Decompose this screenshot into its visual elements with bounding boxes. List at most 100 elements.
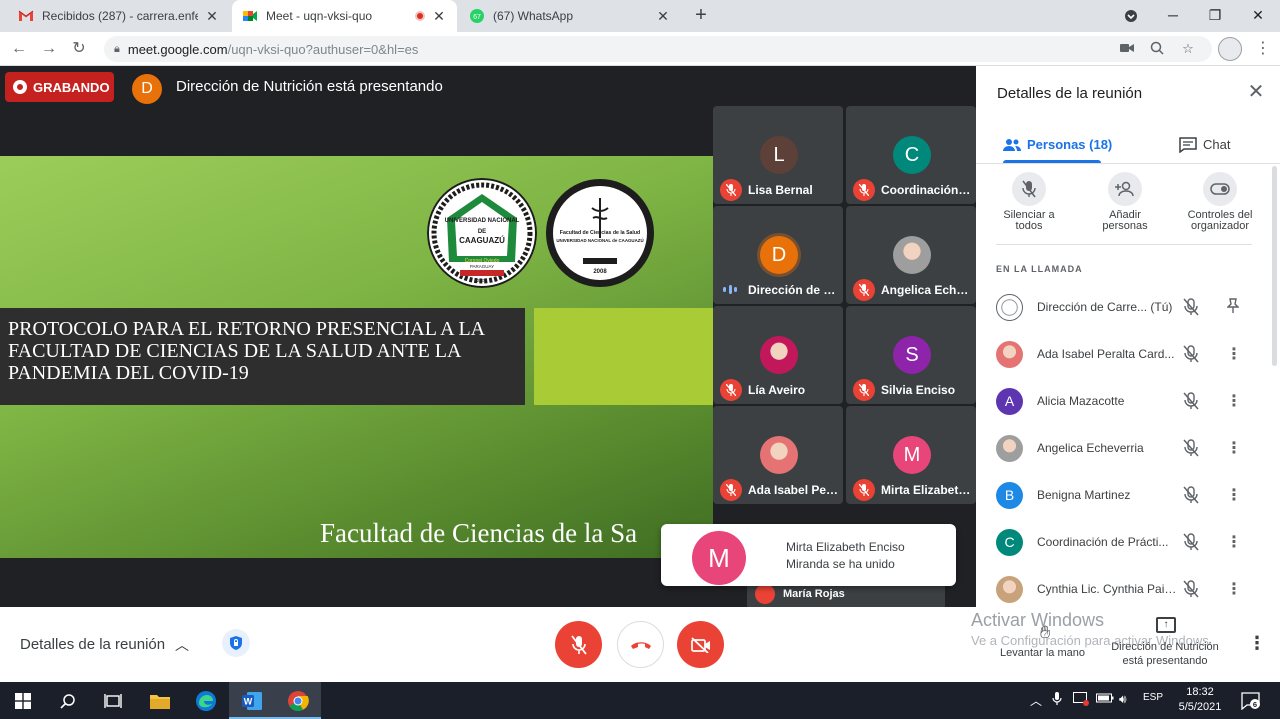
close-window-button[interactable]: ✕ xyxy=(1238,0,1278,32)
more-options-icon[interactable]: ⋮ xyxy=(1226,439,1242,459)
forward-button[interactable]: → xyxy=(38,38,60,60)
svg-text:W: W xyxy=(244,696,253,706)
slide-title-line: PROTOCOLO PARA EL RETORNO PRESENCIAL A L… xyxy=(8,318,486,340)
battery-icon[interactable] xyxy=(1096,692,1114,707)
tab-chat[interactable]: Chat xyxy=(1179,126,1230,163)
participant-row[interactable]: Dirección de Carre... (Tú) xyxy=(976,285,1270,331)
reload-button[interactable]: ↻ xyxy=(68,38,90,60)
svg-text:67: 67 xyxy=(473,14,481,21)
presenting-line: Dirección de Nutrición xyxy=(1111,641,1219,653)
tab-gmail[interactable]: Recibidos (287) - carrera.enferme ✕ xyxy=(8,0,230,32)
tab-search-icon[interactable] xyxy=(1111,0,1151,32)
participant-row[interactable]: Ada Isabel Peralta Card... ⋮ xyxy=(976,332,1270,378)
chrome-app-button[interactable] xyxy=(275,682,321,719)
more-options-icon[interactable]: ⋮ xyxy=(1248,633,1266,654)
mic-off-icon[interactable] xyxy=(1183,533,1201,553)
meeting-details-panel: Detalles de la reunión ✕ Personas (18) C… xyxy=(976,66,1280,607)
mic-off-icon[interactable] xyxy=(1183,345,1201,365)
browser-menu-icon[interactable]: ⋮ xyxy=(1252,38,1274,60)
more-options-icon[interactable]: ⋮ xyxy=(1226,533,1242,553)
participant-name: Lisa Bernal xyxy=(748,183,813,197)
more-options-icon[interactable]: ⋮ xyxy=(1226,392,1242,412)
mic-off-icon[interactable] xyxy=(1183,392,1201,412)
add-people-button[interactable]: Añadir personas xyxy=(1079,172,1171,232)
close-tab-icon[interactable]: ✕ xyxy=(655,8,671,25)
microphone-tray-icon[interactable] xyxy=(1052,692,1062,709)
url-host: meet.google.com xyxy=(127,41,228,57)
participant-name: Coordinación de Prácti... xyxy=(1037,535,1169,549)
mic-off-icon[interactable] xyxy=(1183,580,1201,600)
taskbar-clock[interactable]: 18:32 5/5/2021 xyxy=(1168,685,1232,715)
tab-people[interactable]: Personas (18) xyxy=(1003,126,1112,163)
participant-row[interactable]: B Benigna Martinez ⋮ xyxy=(976,473,1270,519)
tab-title: (67) WhatsApp xyxy=(493,9,574,23)
edge-browser-button[interactable] xyxy=(183,682,229,719)
volume-icon[interactable]: 🔊︎ xyxy=(1119,692,1127,707)
mic-off-icon xyxy=(853,379,875,401)
svg-text:2007: 2007 xyxy=(477,278,488,283)
participant-row[interactable]: C Coordinación de Prácti... ⋮ xyxy=(976,520,1270,566)
mic-off-icon[interactable] xyxy=(1183,439,1201,459)
profile-avatar[interactable] xyxy=(1218,37,1242,61)
raise-hand-icon[interactable]: ✋︎ xyxy=(1040,622,1050,643)
search-taskbar-button[interactable] xyxy=(45,682,91,719)
svg-text:PARAGUAY: PARAGUAY xyxy=(470,264,494,269)
tray-expand-icon[interactable]: ︿ xyxy=(1030,692,1042,709)
tab-meet[interactable]: Meet - uqn-vksi-quo ✕ xyxy=(232,0,457,32)
maximize-button[interactable]: ❐ xyxy=(1195,0,1235,32)
participant-tile[interactable]: Angelica Echev... xyxy=(846,206,976,304)
more-options-icon[interactable]: ⋮ xyxy=(1226,580,1242,600)
participant-tile[interactable]: D Dirección de N... xyxy=(713,206,843,304)
close-tab-icon[interactable]: ✕ xyxy=(431,8,447,25)
participant-tile[interactable]: S Silvia Enciso xyxy=(846,306,976,404)
participant-tile[interactable]: Ada Isabel Per... xyxy=(713,406,843,504)
zoom-icon[interactable] xyxy=(1148,41,1166,57)
participant-row[interactable]: Cynthia Lic. Cynthia Paiva ⋮ xyxy=(976,567,1270,607)
raise-hand-button[interactable]: Levantar la mano xyxy=(1000,647,1085,659)
bookmark-star-icon[interactable]: ☆ xyxy=(1179,41,1197,57)
task-view-button[interactable] xyxy=(90,682,136,719)
mic-off-icon xyxy=(853,279,875,301)
meet-control-bar: Detalles de la reunión ︿ Activar Windows… xyxy=(0,607,1280,682)
mute-all-button[interactable]: Silenciar a todos xyxy=(983,172,1075,232)
back-button[interactable]: ← xyxy=(8,38,30,60)
participant-row[interactable]: A Alicia Mazacotte ⋮ xyxy=(976,379,1270,425)
language-indicator[interactable]: ESP xyxy=(1143,692,1163,703)
leave-call-button[interactable] xyxy=(617,621,664,668)
tab-whatsapp[interactable]: 67 (67) WhatsApp ✕ xyxy=(459,0,681,32)
more-options-icon[interactable]: ⋮ xyxy=(1226,486,1242,506)
security-shield-icon[interactable] xyxy=(222,629,250,657)
recording-badge[interactable]: GRABANDO xyxy=(5,72,114,102)
participant-row[interactable]: Angelica Echeverria ⋮ xyxy=(976,426,1270,472)
camera-toggle-button[interactable] xyxy=(677,621,724,668)
svg-text:UNIVERSIDAD NACIONAL: UNIVERSIDAD NACIONAL xyxy=(445,218,520,224)
minimize-button[interactable]: ─ xyxy=(1153,0,1193,32)
camera-icon[interactable] xyxy=(1118,41,1136,57)
participant-tile[interactable]: L Lisa Bernal xyxy=(713,106,843,204)
slide-accent-box xyxy=(534,308,713,405)
chevron-up-icon[interactable]: ︿ xyxy=(175,635,189,655)
panel-scrollbar[interactable] xyxy=(1272,166,1277,366)
participant-name: Coordinación d... xyxy=(881,183,973,197)
notifications-icon[interactable]: 6 xyxy=(1241,692,1261,713)
mic-off-icon[interactable] xyxy=(1183,298,1201,318)
avatar: C xyxy=(996,529,1023,556)
screen-record-tray-icon[interactable] xyxy=(1073,692,1089,709)
more-options-icon[interactable]: ⋮ xyxy=(1226,345,1242,365)
participant-tile[interactable]: C Coordinación d... xyxy=(846,106,976,204)
participant-tile[interactable]: M Mirta Elizabeth... xyxy=(846,406,976,504)
address-bar[interactable]: 🔒︎ meet.google.com/uqn-vksi-quo?authuser… xyxy=(104,36,1212,62)
close-panel-icon[interactable]: ✕ xyxy=(1246,82,1266,102)
file-explorer-button[interactable] xyxy=(137,682,183,719)
word-app-button[interactable]: W xyxy=(229,682,275,719)
close-tab-icon[interactable]: ✕ xyxy=(204,8,220,25)
mic-off-icon[interactable] xyxy=(1183,486,1201,506)
new-tab-button[interactable]: + xyxy=(690,4,712,26)
presenting-status-button[interactable]: Dirección de Nutrición está presentando xyxy=(1106,640,1224,668)
meeting-details-toggle[interactable]: Detalles de la reunión xyxy=(20,636,165,653)
host-controls-button[interactable]: Controles del organizador xyxy=(1174,172,1266,232)
mic-toggle-button[interactable] xyxy=(555,621,602,668)
participant-tile[interactable]: Lía Aveiro xyxy=(713,306,843,404)
pin-icon[interactable] xyxy=(1226,298,1240,318)
start-button[interactable] xyxy=(0,682,46,719)
